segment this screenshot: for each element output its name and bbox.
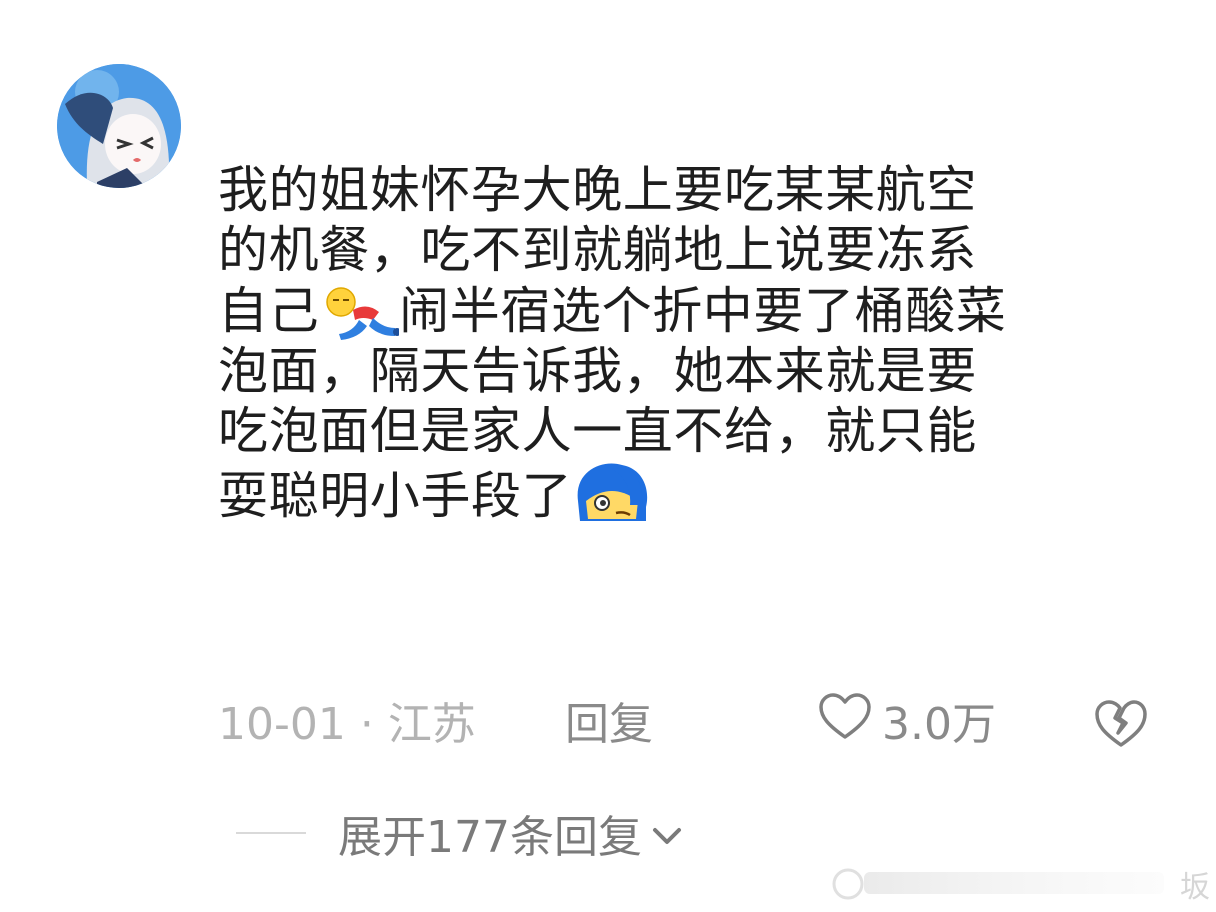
blue-hair-smirk-emoji bbox=[572, 461, 650, 538]
comment-meta-row: 10-01 · 江苏 回复 3.0万 bbox=[218, 693, 1158, 757]
avatar[interactable] bbox=[57, 64, 181, 188]
comment-line-1: 我的姐妹怀孕大晚上要吃某某航空 bbox=[218, 161, 977, 219]
comment-line-3-cont: 闹半宿选个折中要了桶酸菜 bbox=[399, 281, 1007, 340]
comment-line-5: 吃泡面但是家人一直不给，就只能 bbox=[218, 402, 977, 461]
chevron-down-icon bbox=[650, 808, 684, 859]
watermark: 坂 bbox=[820, 858, 1216, 908]
comment-line-4: 泡面，隔天告诉我，她本来就是要 bbox=[218, 341, 977, 400]
heart-outline-icon[interactable] bbox=[818, 693, 872, 757]
comment-line-3-text: 自己 bbox=[218, 281, 320, 340]
reply-button[interactable]: 回复 bbox=[565, 695, 653, 755]
comment-text: 我的姐妹怀孕大晚上要吃某某航空 的机餐，吃不到就躺地上说要冻系 自己 闹半宿选个… bbox=[218, 160, 1178, 525]
comment-line-6-text: 耍聪明小手段了 bbox=[218, 467, 573, 526]
like-button[interactable]: 3.0万 bbox=[818, 693, 996, 757]
comment-line-2: 的机餐，吃不到就躺地上说要冻系 bbox=[218, 221, 977, 280]
comment-line-6: 耍聪明小手段了 bbox=[218, 461, 1178, 525]
broken-heart-icon[interactable] bbox=[1093, 699, 1149, 765]
date-location: 10-01 · 江苏 bbox=[218, 699, 476, 750]
like-count: 3.0万 bbox=[882, 699, 996, 750]
watermark-text: 坂 bbox=[1180, 870, 1210, 905]
divider bbox=[236, 832, 306, 834]
comment-line-3: 自己 闹半宿选个折中要了桶酸菜 bbox=[218, 281, 1178, 341]
expand-replies-label: 展开177条回复 bbox=[338, 812, 642, 863]
expand-replies-button[interactable]: 展开177条回复 bbox=[236, 803, 684, 863]
